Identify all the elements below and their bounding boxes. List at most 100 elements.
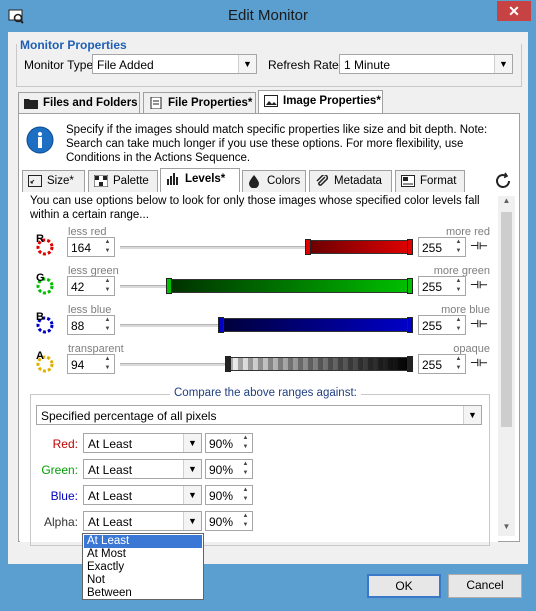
spin-up-icon[interactable]: ▲ [101,316,114,325]
dropdown-option[interactable]: Between [84,587,202,600]
dropdown-option[interactable]: Exactly [84,561,202,574]
spin-down-icon[interactable]: ▼ [452,325,465,334]
compare-mode-select[interactable]: Specified percentage of all pixels ▼ [36,405,482,425]
pin-icon[interactable]: ⊣⊢ [470,240,488,254]
operator-select[interactable]: At Least ▼ [83,433,202,453]
channel-max-input[interactable]: 255 ▲ ▼ [418,276,466,296]
close-button[interactable]: ✕ [497,1,531,21]
refresh-icon[interactable] [494,172,512,190]
slider-max-handle[interactable] [407,278,413,294]
subtab-metadata[interactable]: Metadata [309,170,392,192]
window-title: Edit Monitor [227,7,309,24]
percentage-input[interactable]: 90% ▲ ▼ [205,485,253,505]
pin-icon[interactable]: ⊣⊢ [470,318,488,332]
tab-files-and-folders[interactable]: Files and Folders [18,92,140,113]
channel-range-bar[interactable] [220,318,411,332]
tab-label: Files and Folders [43,97,138,109]
operator-value: At Least [88,437,133,451]
chevron-down-icon: ▼ [183,512,201,530]
slider-max-handle[interactable] [407,356,413,372]
spin-down-icon[interactable]: ▼ [101,247,114,256]
spin-value: 255 [422,280,443,294]
spin-up-icon[interactable]: ▲ [452,238,465,247]
subtab-levels[interactable]: Levels* [160,168,240,193]
refresh-rate-select[interactable]: 1 Minute ▼ [339,54,513,74]
dropdown-option[interactable]: At Least [84,535,202,548]
subtab-format[interactable]: Format [395,170,465,192]
slider-min-handle[interactable] [225,356,231,372]
slider-min-handle[interactable] [166,278,172,294]
operator-dropdown-list[interactable]: At Least At Most Exactly Not Between [82,533,204,600]
channel-max-input[interactable]: 255 ▲ ▼ [418,354,466,374]
subtab-palette[interactable]: Palette [88,170,158,192]
pin-icon[interactable]: ⊣⊢ [470,357,488,371]
spin-value: 42 [71,280,85,294]
monitor-type-select[interactable]: File Added ▼ [92,54,257,74]
slider-max-handle[interactable] [407,317,413,333]
subtab-label: Colors [267,175,301,187]
channel-min-input[interactable]: 88 ▲ ▼ [67,315,115,335]
channel-max-input[interactable]: 255 ▲ ▼ [418,237,466,257]
spin-up-icon[interactable]: ▲ [239,434,252,443]
channel-range-bar[interactable] [168,279,411,293]
spin-up-icon[interactable]: ▲ [239,512,252,521]
vertical-scrollbar[interactable]: ▲ ▼ [498,196,515,536]
scroll-up-icon[interactable]: ▲ [498,196,515,210]
tab-file-properties[interactable]: File Properties* [143,92,256,113]
spin-up-icon[interactable]: ▲ [101,277,114,286]
pin-icon[interactable]: ⊣⊢ [470,279,488,293]
ok-button[interactable]: OK [367,574,441,598]
cancel-button[interactable]: Cancel [448,574,522,598]
spin-value: 90% [209,489,234,503]
tab-image-properties[interactable]: Image Properties* [258,90,383,114]
channel-min-input[interactable]: 42 ▲ ▼ [67,276,115,296]
operator-select[interactable]: At Least ▼ [83,511,202,531]
palette-icon [94,175,108,187]
spin-down-icon[interactable]: ▼ [239,495,252,504]
slider-max-handle[interactable] [407,239,413,255]
dropdown-option[interactable]: At Most [84,548,202,561]
subtab-colors[interactable]: Colors [242,170,306,192]
subtab-label: Palette [113,175,149,187]
spin-up-icon[interactable]: ▲ [101,355,114,364]
spin-down-icon[interactable]: ▼ [101,286,114,295]
chevron-down-icon: ▼ [463,406,481,424]
percentage-input[interactable]: 90% ▲ ▼ [205,459,253,479]
spin-up-icon[interactable]: ▲ [239,486,252,495]
percentage-input[interactable]: 90% ▲ ▼ [205,511,253,531]
slider-min-handle[interactable] [305,239,311,255]
spin-down-icon[interactable]: ▼ [239,443,252,452]
spin-down-icon[interactable]: ▼ [452,364,465,373]
info-text: Specify if the images should match speci… [66,124,488,164]
spin-up-icon[interactable]: ▲ [452,316,465,325]
spin-down-icon[interactable]: ▼ [101,325,114,334]
scroll-down-icon[interactable]: ▼ [498,522,515,536]
slider-min-handle[interactable] [218,317,224,333]
subtab-size[interactable]: Size* [22,170,85,192]
channel-min-input[interactable]: 94 ▲ ▼ [67,354,115,374]
operator-value: At Least [88,463,133,477]
spin-value: 164 [71,241,92,255]
spin-down-icon[interactable]: ▼ [239,469,252,478]
spin-value: 90% [209,437,234,451]
operator-value: At Least [88,515,133,529]
spin-up-icon[interactable]: ▲ [452,277,465,286]
spin-down-icon[interactable]: ▼ [452,247,465,256]
percentage-input[interactable]: 90% ▲ ▼ [205,433,253,453]
spin-down-icon[interactable]: ▼ [101,364,114,373]
dropdown-option[interactable]: Not [84,574,202,587]
spin-down-icon[interactable]: ▼ [239,521,252,530]
spin-up-icon[interactable]: ▲ [239,460,252,469]
tab-label: Image Properties* [283,95,381,107]
scroll-thumb[interactable] [501,212,512,427]
spin-up-icon[interactable]: ▲ [101,238,114,247]
channel-min-input[interactable]: 164 ▲ ▼ [67,237,115,257]
channel-max-input[interactable]: 255 ▲ ▼ [418,315,466,335]
operator-select[interactable]: At Least ▼ [83,485,202,505]
spin-up-icon[interactable]: ▲ [452,355,465,364]
channel-range-bar[interactable] [227,357,411,371]
operator-select[interactable]: At Least ▼ [83,459,202,479]
spin-value: 255 [422,319,443,333]
channel-range-bar[interactable] [307,240,411,254]
spin-down-icon[interactable]: ▼ [452,286,465,295]
